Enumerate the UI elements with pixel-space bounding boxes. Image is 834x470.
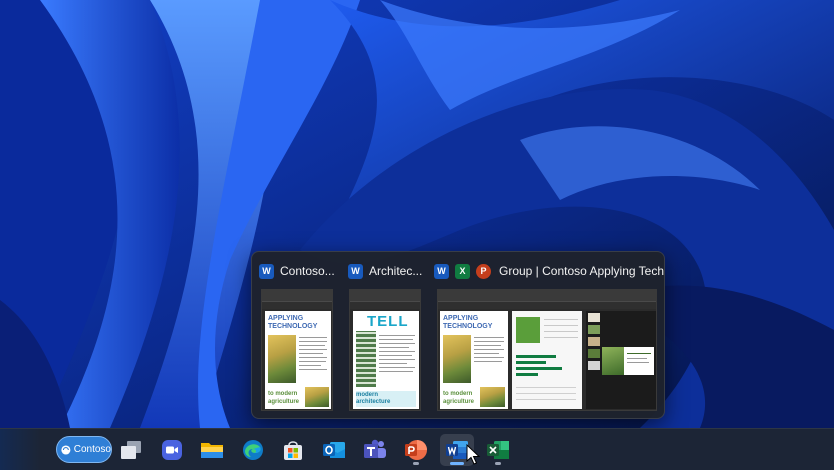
powerpoint-app-icon: P [476, 263, 491, 279]
contoso-logo-icon [61, 444, 71, 455]
file-explorer-icon [201, 443, 223, 458]
excel-icon [487, 441, 509, 459]
doc-title-line-2: TECHNOLOGY [443, 323, 493, 330]
thumbnail-header[interactable]: W Architec... [348, 262, 422, 280]
word-app-icon: W [348, 263, 363, 279]
excel-app-icon: X [455, 263, 470, 279]
teams-button[interactable] [358, 434, 392, 466]
thumbnail-header[interactable]: W Contoso... [259, 262, 335, 280]
word-app-icon: W [434, 263, 449, 279]
thumbnail-header-group[interactable]: W X P Group | Contoso Applying Tech [434, 262, 664, 280]
spreadsheet-page [512, 311, 582, 409]
doc-title-line-1: APPLYING [268, 315, 304, 322]
file-explorer-button[interactable] [195, 434, 229, 466]
running-indicator [413, 462, 419, 465]
doc-footer-line-1: to modern [268, 391, 298, 397]
excel-button[interactable] [481, 434, 515, 466]
document-page: APPLYING TECHNOLOGY to modern agricultur… [265, 311, 331, 409]
taskbar: Contoso [0, 428, 834, 470]
running-indicator [495, 462, 501, 465]
taskbar-thumbnail-popup: W Contoso... APPLYING TECHNOLOGY to mode… [251, 251, 665, 419]
outlook-icon [323, 442, 345, 458]
contoso-widget-button[interactable]: Contoso [56, 436, 112, 463]
doc-footer-line-2: agriculture [268, 399, 300, 405]
powerpoint-button[interactable] [399, 434, 433, 466]
document-page: APPLYING TECHNOLOGY to modern agricultur… [440, 311, 508, 409]
store-button[interactable] [276, 434, 310, 466]
zoom-button[interactable] [155, 434, 189, 466]
thumbnail-title: Contoso... [280, 264, 335, 278]
doc-heading: TELL [367, 313, 409, 330]
window-preview-group[interactable]: APPLYING TECHNOLOGY to modern agricultur… [437, 289, 657, 411]
contoso-label: Contoso [73, 444, 111, 455]
running-indicator [450, 462, 464, 465]
presentation-window [586, 311, 656, 409]
document-page: TELL modern architecture [353, 311, 419, 409]
word-app-icon: W [259, 263, 274, 279]
thumbnail-title: Architec... [369, 264, 423, 278]
task-view-button[interactable] [114, 434, 148, 466]
edge-button[interactable] [236, 434, 270, 466]
outlook-button[interactable] [317, 434, 351, 466]
taskbar-left-edge [0, 429, 40, 470]
window-preview-architecture[interactable]: TELL modern architecture [349, 289, 421, 411]
thumbnail-title: Group | Contoso Applying Tech [499, 264, 664, 278]
zoom-icon [162, 440, 182, 460]
doc-footer-line-1: to modern [443, 391, 473, 397]
doc-footer-line-1: modern [356, 392, 379, 398]
store-icon [284, 441, 302, 460]
doc-title-line-2: TECHNOLOGY [268, 323, 318, 330]
doc-footer-line-2: architecture [356, 399, 391, 405]
edge-icon [243, 440, 263, 460]
teams-icon [364, 439, 386, 458]
doc-footer-line-2: agriculture [443, 399, 475, 405]
task-view-icon [121, 441, 141, 459]
doc-title-line-1: APPLYING [443, 315, 479, 322]
window-preview-contoso[interactable]: APPLYING TECHNOLOGY to modern agricultur… [261, 289, 333, 411]
mouse-cursor-icon [466, 444, 481, 465]
powerpoint-icon [405, 440, 427, 460]
